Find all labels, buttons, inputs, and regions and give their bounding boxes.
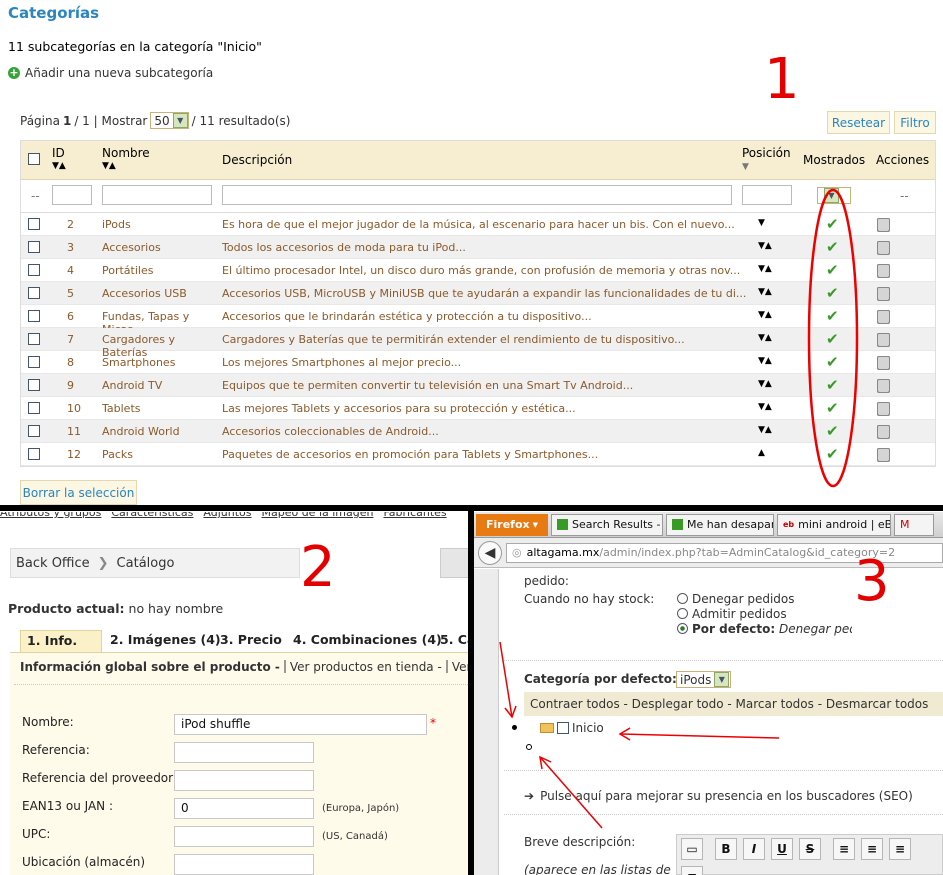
panel-browser: Firefox▼ Search Results - ... Me han des… — [474, 512, 943, 875]
link-manufacturers[interactable]: Fabricantes — [383, 512, 446, 519]
tab-combinations[interactable]: 4. Combinaciones (4) — [287, 630, 448, 652]
link-attributes[interactable]: Atributos y grupos — [0, 512, 101, 519]
view-icon — [283, 660, 286, 673]
link-attachments[interactable]: Adjuntos — [203, 512, 251, 519]
ean13-note: (Europa, Japón) — [322, 803, 400, 814]
tab-images[interactable]: 2. Imágenes (4) — [104, 630, 227, 652]
field-label-location: Ubicación (almacén) — [22, 855, 146, 869]
field-label-supplier-ref: Referencia del proveedor: — [22, 771, 177, 785]
info-title: Información global sobre el producto - — [20, 660, 280, 674]
supplier-reference-input[interactable] — [174, 770, 314, 791]
info-header: Información global sobre el producto - V… — [20, 660, 468, 674]
chevron-right-icon: ❯ — [97, 555, 109, 571]
view-icon — [445, 660, 448, 673]
upc-input[interactable] — [174, 826, 314, 847]
tab-price[interactable]: 3. Precio — [214, 630, 288, 652]
current-product: Producto actual: no hay nombre — [8, 601, 223, 616]
top-links: Atributos y grupos Características Adjun… — [0, 512, 468, 519]
tab-more[interactable]: 5. Ca — [434, 630, 468, 652]
tab-info[interactable]: 1. Info. — [20, 630, 102, 652]
annotation-ellipse-shown — [807, 188, 859, 488]
breadcrumb: Back Office ❯ Catálogo — [10, 548, 300, 578]
required-mark: * — [430, 716, 436, 730]
current-product-value: no hay nombre — [128, 601, 224, 616]
divider — [14, 684, 468, 685]
ean13-input[interactable]: 0 — [174, 798, 314, 819]
reference-input[interactable] — [174, 742, 314, 763]
annotation-number-2: 2 — [300, 535, 336, 600]
field-label-ean13: EAN13 ou JAN : — [22, 799, 113, 813]
link-image-map[interactable]: Mapeo de la imagen — [261, 512, 373, 519]
view-shop-link[interactable]: Ver productos en tienda - — [290, 660, 442, 674]
field-label-reference: Referencia: — [22, 743, 90, 757]
annotation-arrows — [499, 641, 780, 829]
upc-note: (US, Canadá) — [322, 831, 388, 842]
header-box — [440, 548, 468, 578]
breadcrumb-back-office[interactable]: Back Office — [16, 556, 90, 571]
breadcrumb-catalog[interactable]: Catálogo — [117, 556, 175, 571]
location-input[interactable] — [174, 854, 314, 875]
name-input[interactable]: iPod shuffle — [174, 714, 427, 735]
link-features[interactable]: Características — [111, 512, 193, 519]
field-label-upc: UPC: — [22, 827, 51, 841]
view-more-link[interactable]: Ver las ve — [452, 660, 468, 674]
current-product-label: Producto actual: — [8, 601, 125, 616]
field-label-name: Nombre: — [22, 715, 74, 729]
